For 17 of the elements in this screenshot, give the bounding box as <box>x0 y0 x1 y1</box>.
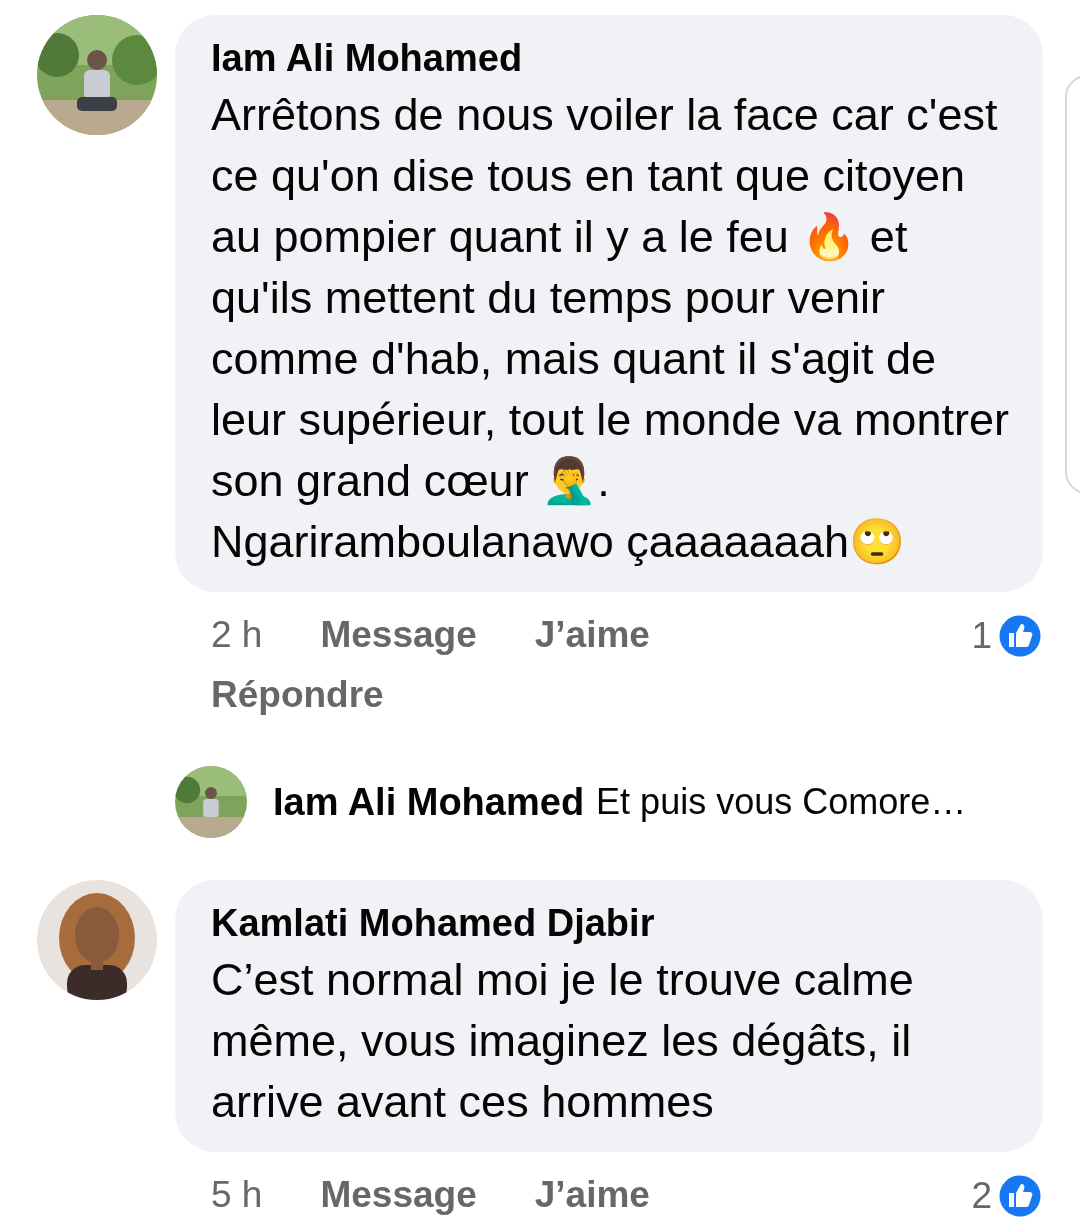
author-name[interactable]: Iam Ali Mohamed <box>211 37 1013 80</box>
comment-text: C’est normal moi je le trouve calme même, vous imaginez les dégâts, il arrive avant ces hommes <box>211 953 915 1129</box>
thumbs-up-icon[interactable] <box>996 1172 1044 1220</box>
reaction-count: 2 <box>971 1175 992 1217</box>
reaction-count: 1 <box>971 615 992 657</box>
reply-author[interactable]: Iam Ali Mohamed <box>273 780 585 824</box>
timestamp: 2 h <box>211 613 263 657</box>
action-link[interactable]: J’aime <box>534 612 650 658</box>
action-link[interactable]: Message <box>320 1172 477 1218</box>
comment-text: Arrêtons de nous voiler la face car c'est ce qu'on dise tous en tant que citoyen au pompier quant il y a le feu 🔥 et qu'ils mettent du temps pour venir comme d'hab, mais quant il s'agit de leur supérieur, tout le monde va montrer son grand cœur 🤦‍♂. Ngariramboulanawo çaaaaaaah🙄 <box>211 88 1010 569</box>
thumbs-up-icon[interactable] <box>996 612 1044 660</box>
author-name[interactable]: Kamlati Mohamed Djabir <box>211 902 1013 945</box>
timestamp: 5 h <box>211 1173 263 1217</box>
action-link[interactable]: J’aime <box>534 1172 650 1218</box>
action-link[interactable]: Message <box>320 612 477 658</box>
action-link[interactable]: Répondre <box>211 672 384 718</box>
reply-preview[interactable]: Et puis vous Comore… <box>596 781 967 823</box>
